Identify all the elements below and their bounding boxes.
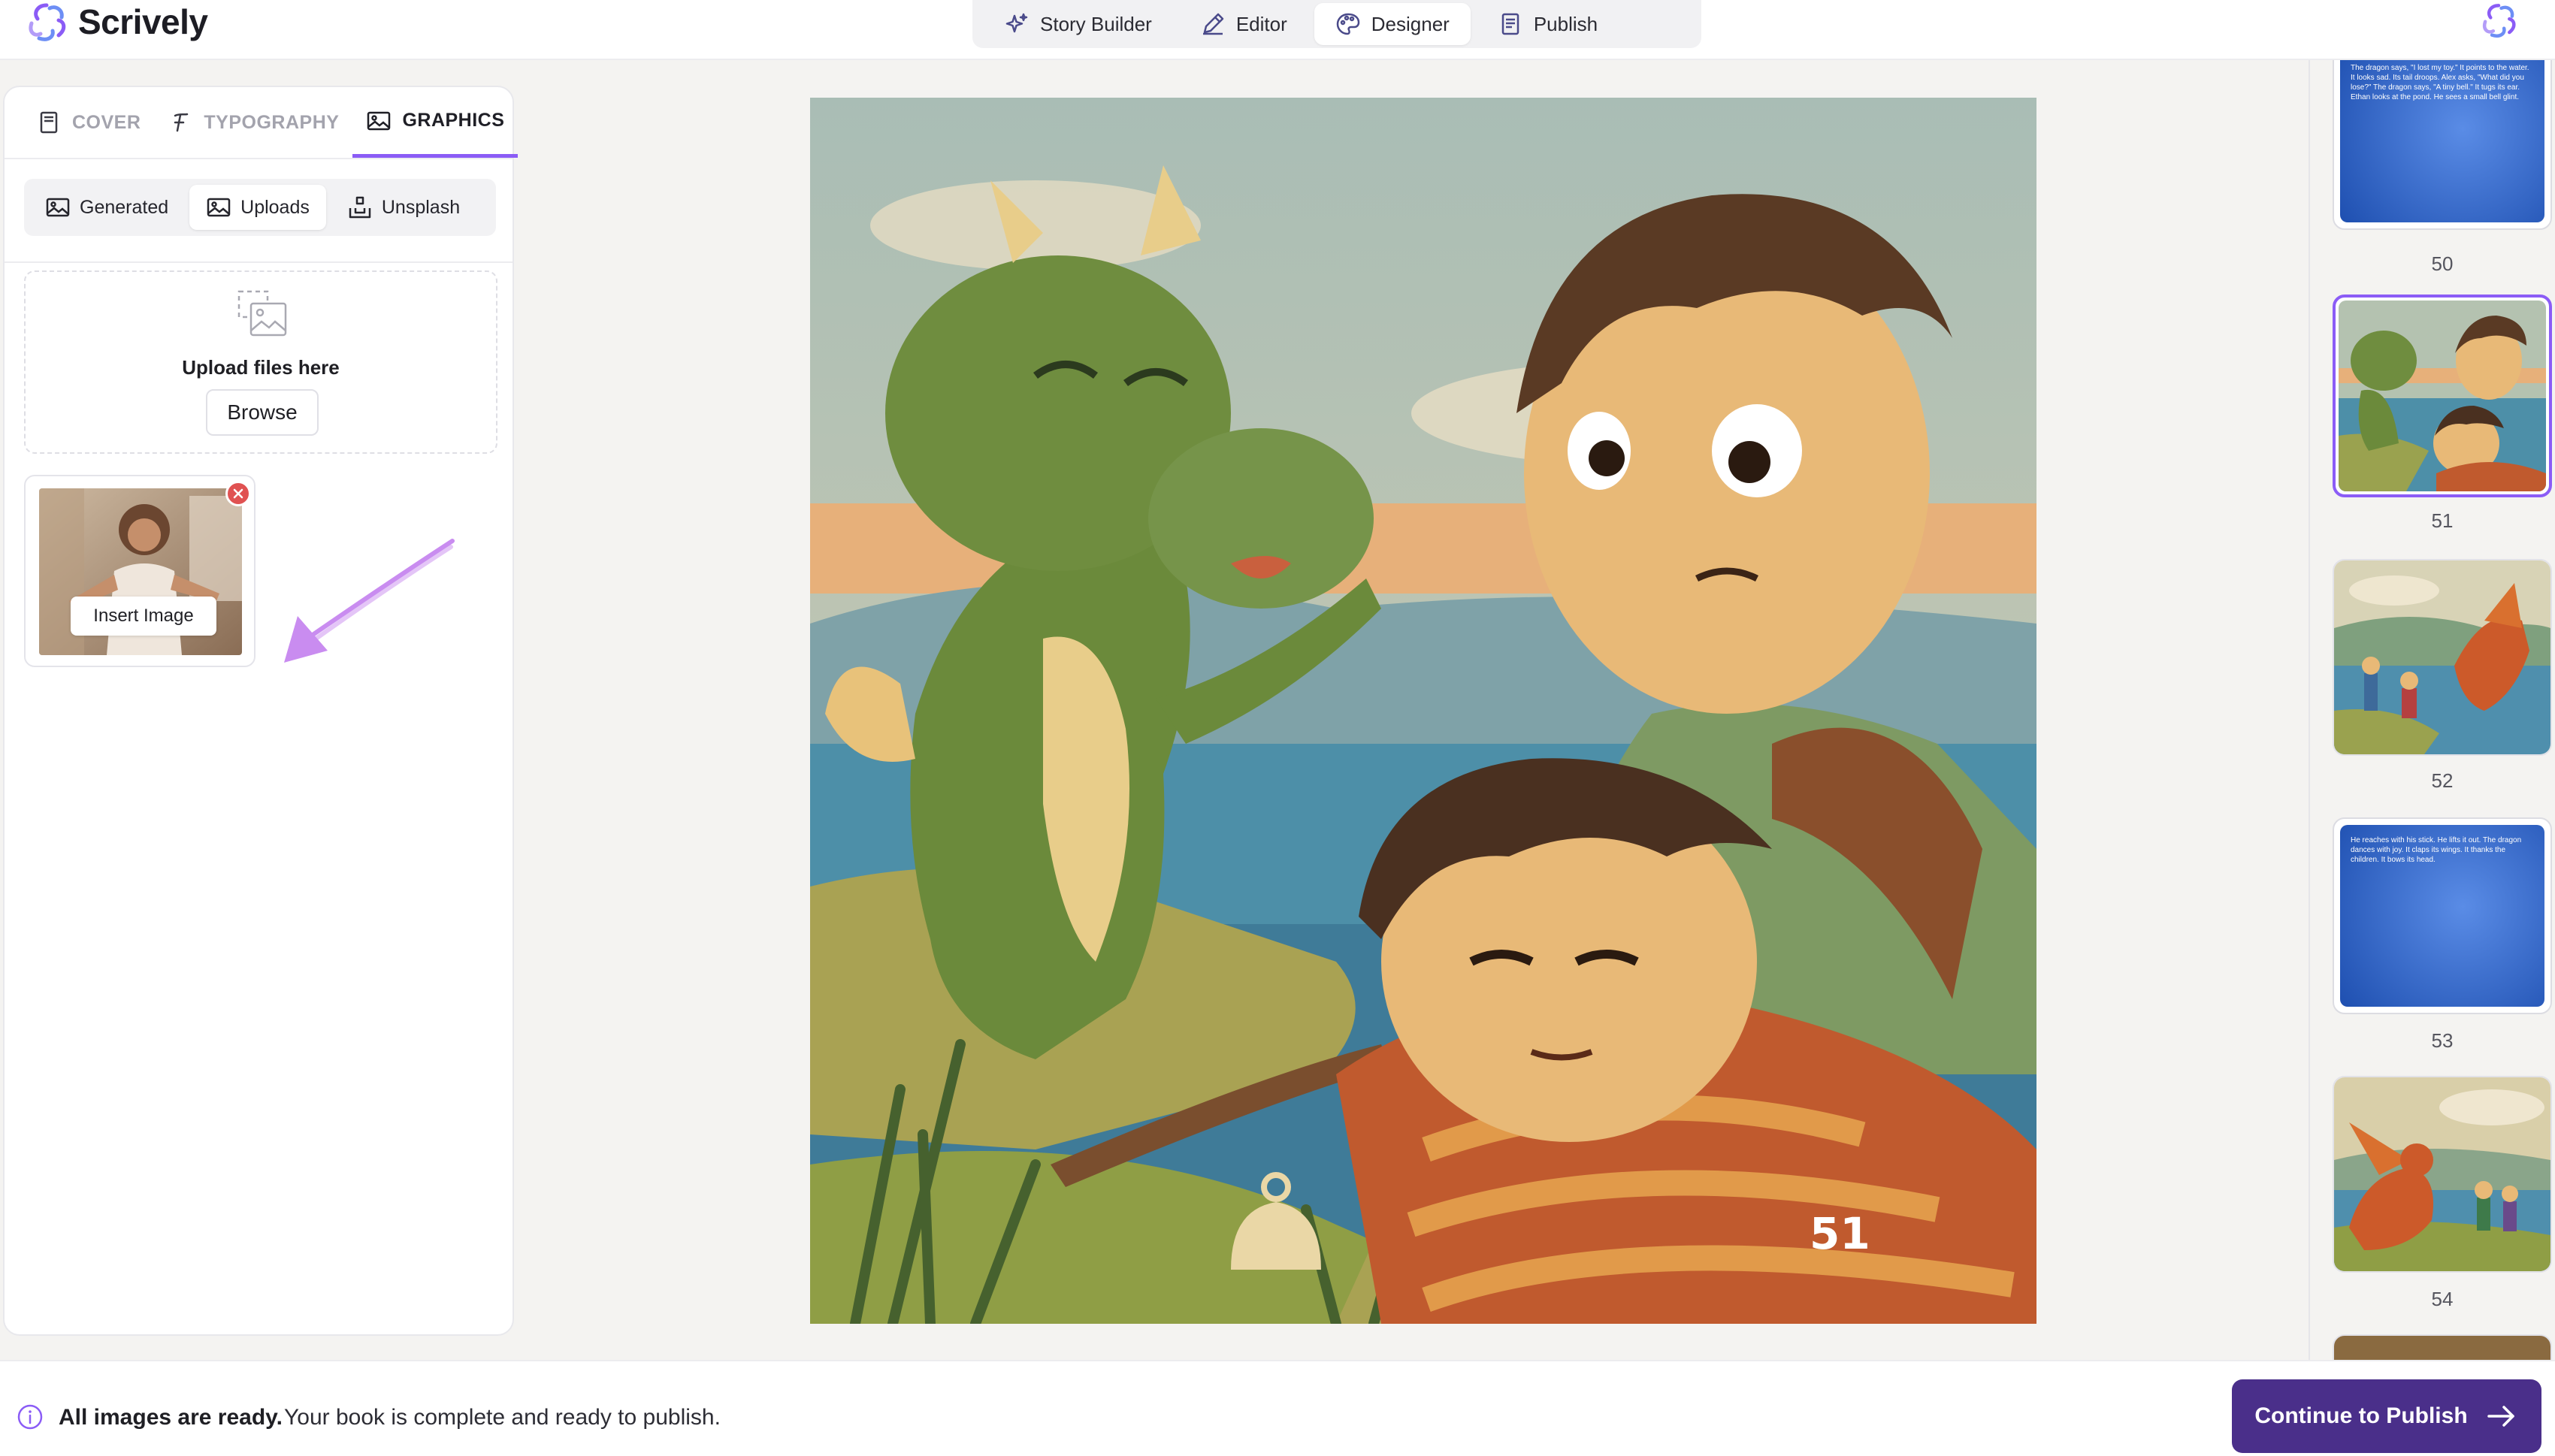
panel-tabs: COVER TYPOGRAPHY GRAPHICS <box>5 87 519 159</box>
image-icon <box>46 198 70 217</box>
pen-icon <box>1202 13 1224 35</box>
info-icon <box>17 1404 43 1430</box>
book-icon <box>40 111 58 134</box>
tab-graphics[interactable]: GRAPHICS <box>352 87 519 158</box>
app-name: Scrively <box>78 2 208 41</box>
nav-designer[interactable]: Designer <box>1314 3 1471 45</box>
thumbnail-illustration <box>2334 560 2550 754</box>
close-icon <box>233 488 243 499</box>
remove-image-button[interactable] <box>225 481 251 506</box>
logo[interactable]: Scrively <box>26 0 208 44</box>
status-message: Your book is complete and ready to publi… <box>284 1405 721 1430</box>
document-icon <box>1501 13 1519 35</box>
thumbnail-text: He reaches with his stick. He lifts it o… <box>2351 836 2522 864</box>
nav-editor[interactable]: Editor <box>1179 3 1308 45</box>
status-headline: All images are ready. <box>59 1405 283 1430</box>
panel-divider <box>5 261 513 263</box>
thumbnail-illustration <box>2339 301 2546 491</box>
scrively-logo-icon[interactable] <box>2480 2 2517 39</box>
nav-label: Publish <box>1533 12 1598 35</box>
illustration <box>810 98 2036 1324</box>
thumbnail-page-51[interactable] <box>2333 295 2552 497</box>
design-canvas: 51 <box>538 60 2309 1360</box>
nav-label: Story Builder <box>1040 12 1152 35</box>
subtab-unsplash[interactable]: Unsplash <box>331 185 476 230</box>
top-bar: Scrively Story Builder Editor Designer P… <box>0 0 2555 60</box>
thumbnail-text: The dragon says, "I lost my toy." It poi… <box>2351 64 2529 101</box>
subtab-label: Uploads <box>240 196 310 218</box>
image-icon <box>207 198 231 217</box>
browse-button[interactable]: Browse <box>206 389 319 436</box>
nav-label: Editor <box>1235 12 1287 35</box>
page-illustration[interactable]: 51 <box>810 98 2036 1324</box>
continue-label: Continue to Publish <box>2254 1403 2468 1428</box>
graphics-panel: COVER TYPOGRAPHY GRAPHICS Generated Uplo… <box>3 86 519 1336</box>
nav-story-builder[interactable]: Story Builder <box>983 3 1173 45</box>
subtab-label: Generated <box>80 196 169 218</box>
tab-cover[interactable]: COVER <box>23 87 154 158</box>
status-bar: All images are ready. Your book is compl… <box>0 1360 2555 1456</box>
subtab-uploads[interactable]: Uploads <box>189 185 326 230</box>
tab-label: TYPOGRAPHY <box>204 111 340 133</box>
thumbnail-number: 50 <box>2431 252 2454 275</box>
tab-label: GRAPHICS <box>402 110 505 131</box>
sparkles-icon <box>1005 13 1028 33</box>
thumbnail-page-55[interactable] <box>2333 1334 2552 1360</box>
subtab-generated[interactable]: Generated <box>29 185 185 230</box>
nav-label: Designer <box>1371 12 1450 35</box>
arrow-right-icon <box>2487 1406 2514 1427</box>
continue-to-publish-button[interactable]: Continue to Publish <box>2232 1379 2541 1453</box>
uploaded-image-card[interactable]: Insert Image <box>24 475 256 667</box>
download-icon <box>349 196 371 219</box>
thumbnail-number: 54 <box>2431 1288 2454 1310</box>
page-thumbnails: The dragon says, "I lost my toy." It poi… <box>2309 60 2555 1360</box>
thumbnail-number: 53 <box>2431 1029 2454 1052</box>
page-number-label: 51 <box>1810 1208 1870 1259</box>
font-icon <box>174 113 189 132</box>
tab-typography[interactable]: TYPOGRAPHY <box>154 87 352 158</box>
thumbnail-number: 52 <box>2431 769 2454 792</box>
tab-label: COVER <box>72 111 141 133</box>
thumbnail-page-53[interactable]: He reaches with his stick. He lifts it o… <box>2333 817 2552 1014</box>
thumbnail-page-54[interactable] <box>2333 1076 2552 1273</box>
nav-publish[interactable]: Publish <box>1477 3 1619 45</box>
image-icon <box>367 111 391 130</box>
thumbnail-page-50[interactable]: The dragon says, "I lost my toy." It poi… <box>2333 60 2552 230</box>
scrively-logo-icon <box>29 3 66 41</box>
thumbnail-number: 51 <box>2431 509 2454 532</box>
palette-icon <box>1336 13 1360 35</box>
graphics-source-tabs: Generated Uploads Unsplash <box>24 179 496 236</box>
pointer-arrow-icon <box>284 539 455 663</box>
main-nav: Story Builder Editor Designer Publish <box>972 0 1701 48</box>
upload-dropzone[interactable]: Upload files here Browse <box>24 270 497 454</box>
insert-image-button[interactable]: Insert Image <box>71 597 216 636</box>
thumbnail-page-52[interactable] <box>2333 559 2552 756</box>
image-upload-icon <box>237 290 287 337</box>
thumbnail-illustration <box>2334 1077 2550 1271</box>
subtab-label: Unsplash <box>381 196 461 218</box>
upload-prompt: Upload files here <box>182 356 340 379</box>
